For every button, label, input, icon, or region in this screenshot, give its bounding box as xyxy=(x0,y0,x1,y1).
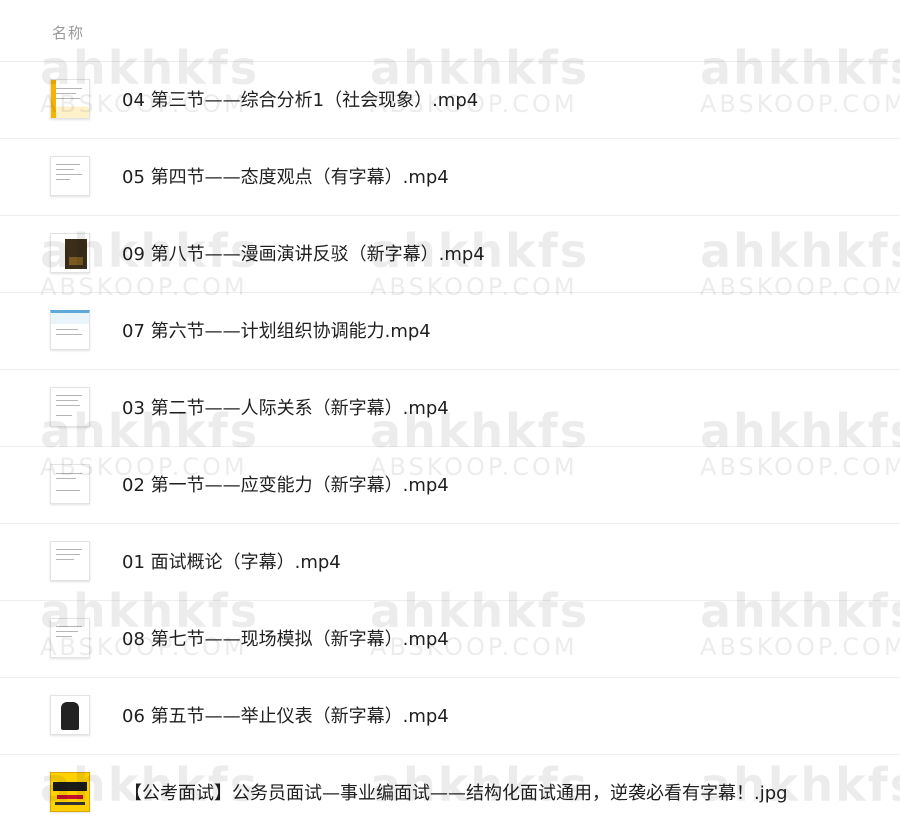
file-name: 【公考面试】公务员面试—事业编面试——结构化面试通用，逆袭必看有字幕！.jpg xyxy=(124,783,788,804)
finder-window: 名称 04 第三节——综合分析1（社会现象）.mp4 05 第四节——态度观点（… xyxy=(0,0,900,838)
video-thumbnail-icon xyxy=(50,310,90,350)
file-row[interactable]: 04 第三节——综合分析1（社会现象）.mp4 xyxy=(0,62,900,139)
file-name: 08 第七节——现场模拟（新字幕）.mp4 xyxy=(122,629,449,650)
file-name: 03 第二节——人际关系（新字幕）.mp4 xyxy=(122,398,449,419)
column-header[interactable]: 名称 xyxy=(0,0,900,62)
file-name: 09 第八节——漫画演讲反驳（新字幕）.mp4 xyxy=(122,244,485,265)
file-row[interactable]: 08 第七节——现场模拟（新字幕）.mp4 xyxy=(0,601,900,678)
file-row[interactable]: 07 第六节——计划组织协调能力.mp4 xyxy=(0,293,900,370)
file-row[interactable]: 02 第一节——应变能力（新字幕）.mp4 xyxy=(0,447,900,524)
video-thumbnail-icon xyxy=(50,156,90,196)
file-row[interactable]: 01 面试概论（字幕）.mp4 xyxy=(0,524,900,601)
file-row[interactable]: 05 第四节——态度观点（有字幕）.mp4 xyxy=(0,139,900,216)
video-thumbnail-icon xyxy=(50,695,90,735)
video-thumbnail-icon xyxy=(50,464,90,504)
file-row[interactable]: 09 第八节——漫画演讲反驳（新字幕）.mp4 xyxy=(0,216,900,293)
file-list: 04 第三节——综合分析1（社会现象）.mp4 05 第四节——态度观点（有字幕… xyxy=(0,62,900,832)
file-row[interactable]: 03 第二节——人际关系（新字幕）.mp4 xyxy=(0,370,900,447)
video-thumbnail-icon xyxy=(50,618,90,658)
file-row[interactable]: 【公考面试】公务员面试—事业编面试——结构化面试通用，逆袭必看有字幕！.jpg xyxy=(0,755,900,832)
video-thumbnail-icon xyxy=(50,541,90,581)
name-column-header[interactable]: 名称 xyxy=(52,22,84,43)
file-name: 06 第五节——举止仪表（新字幕）.mp4 xyxy=(122,706,449,727)
video-thumbnail-icon xyxy=(50,387,90,427)
image-thumbnail-icon xyxy=(50,772,90,812)
file-name: 04 第三节——综合分析1（社会现象）.mp4 xyxy=(122,90,479,111)
file-name: 02 第一节——应变能力（新字幕）.mp4 xyxy=(122,475,449,496)
file-name: 01 面试概论（字幕）.mp4 xyxy=(122,552,341,573)
file-name: 07 第六节——计划组织协调能力.mp4 xyxy=(122,321,431,342)
video-thumbnail-icon xyxy=(50,79,90,119)
video-thumbnail-icon xyxy=(50,233,90,273)
file-name: 05 第四节——态度观点（有字幕）.mp4 xyxy=(122,167,449,188)
file-row[interactable]: 06 第五节——举止仪表（新字幕）.mp4 xyxy=(0,678,900,755)
